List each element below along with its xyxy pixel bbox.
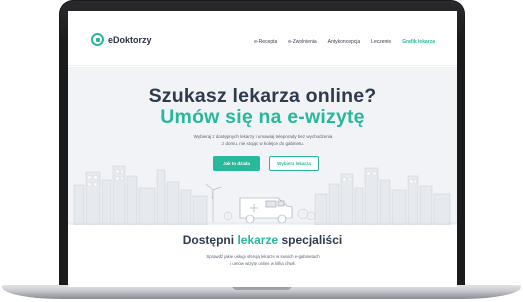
- hero-section: Szukasz lekarza online? Umów się na e-wi…: [68, 67, 457, 225]
- nav-link-leczenie[interactable]: Leczenie: [371, 39, 391, 45]
- hero-subtitle-line-1: Wybieraj z dostępnych lekarzy i umawiaj …: [193, 134, 333, 139]
- nav-link-grafik-lekarza[interactable]: Grafik lekarza: [402, 39, 435, 45]
- choose-doctor-button[interactable]: Wybierz lekarza: [269, 156, 319, 171]
- nav-link-antykoncepcja[interactable]: Antykoncepcja: [328, 39, 361, 45]
- specialists-subtitle-line-2: i umów wizytę online w kilka chwil.: [230, 261, 296, 266]
- nav-link-e-zwolnienia[interactable]: e-Zwolnienia: [288, 39, 316, 45]
- how-it-works-button[interactable]: Jak to działa: [213, 156, 260, 171]
- laptop-screen: eDoktorzy e-Recepta e-Zwolnienia Antykon…: [68, 11, 457, 287]
- specialists-title: Dostępni lekarze specjaliści: [68, 233, 457, 247]
- nav-link-e-recepta[interactable]: e-Recepta: [254, 39, 277, 45]
- hero-subtitle: Wybieraj z dostępnych lekarzy i umawiaj …: [183, 133, 343, 147]
- logo-text: eDoktorzy: [108, 34, 152, 45]
- specialists-title-part-1: Dostępni: [182, 233, 235, 247]
- nav-links: e-Recepta e-Zwolnienia Antykoncepcja Lec…: [254, 39, 435, 45]
- specialists-title-accent: lekarze: [237, 233, 279, 247]
- logo-icon: [91, 33, 104, 46]
- city-illustration: [68, 165, 457, 225]
- specialists-subtitle: Sprawdź jakie usługi oferują lekarze w s…: [188, 253, 338, 267]
- hero-subtitle-line-2: z domu, nie stojąc w kolejce do gabinetu…: [221, 141, 305, 146]
- site-logo[interactable]: eDoktorzy: [91, 33, 152, 46]
- specialists-subtitle-line-1: Sprawdź jakie usługi oferują lekarze w s…: [206, 254, 320, 259]
- top-navbar: eDoktorzy e-Recepta e-Zwolnienia Antykon…: [68, 11, 457, 66]
- specialists-title-part-2: specjaliści: [281, 233, 343, 247]
- hero-title-accent: Umów się na e-wizytę: [160, 106, 365, 128]
- hero-title: Szukasz lekarza online?: [148, 85, 377, 107]
